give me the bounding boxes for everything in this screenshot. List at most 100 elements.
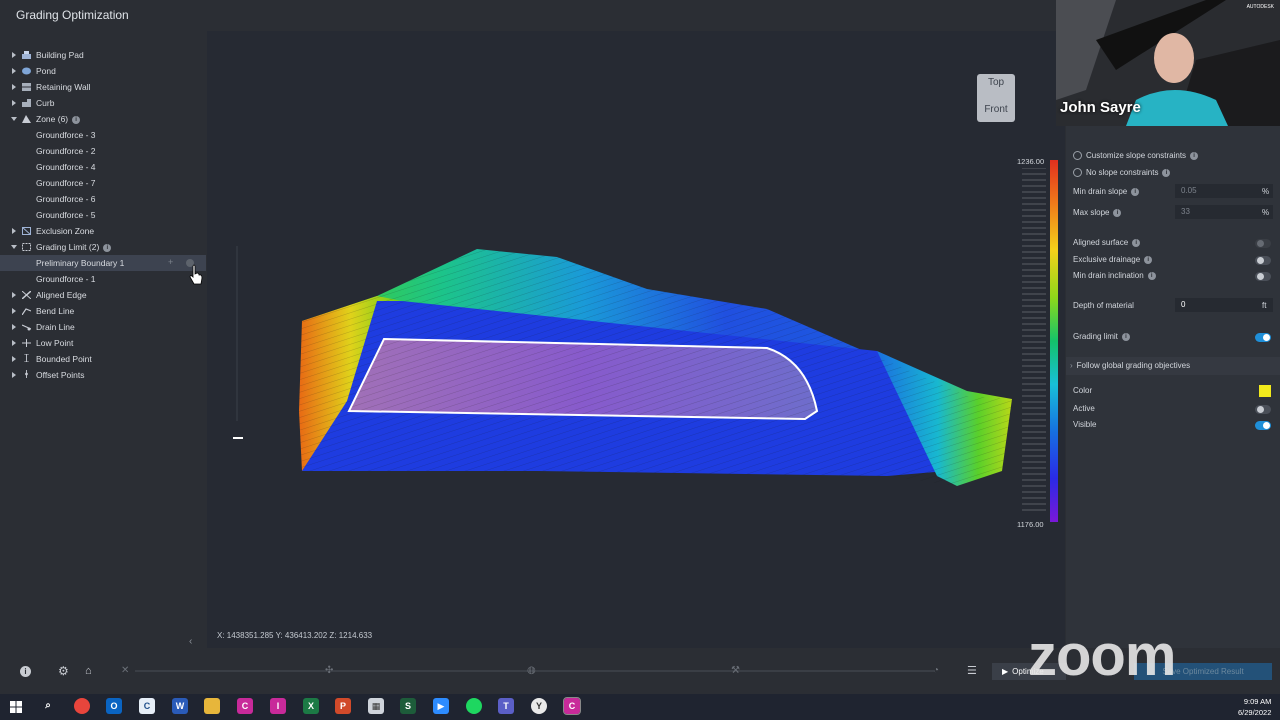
info-icon[interactable]: i bbox=[72, 115, 81, 124]
radio-button[interactable] bbox=[1073, 151, 1082, 161]
field-label: Grading limit bbox=[1073, 332, 1118, 341]
no-slope-option[interactable]: No slope constraints i bbox=[1073, 168, 1171, 178]
tree-item-label: Groundforce - 1 bbox=[36, 274, 96, 284]
tree-item-preliminary-boundary-1[interactable]: Preliminary Boundary 1 + bbox=[0, 255, 206, 271]
webcam-video: AUTODESK John Sayre bbox=[1056, 0, 1280, 126]
tree-item-bounded-point[interactable]: Bounded Point bbox=[0, 351, 206, 367]
info-icon[interactable]: i bbox=[20, 666, 31, 677]
collapse-icon[interactable] bbox=[11, 245, 17, 249]
globe-icon[interactable]: ◍ bbox=[527, 665, 536, 676]
curb-icon bbox=[22, 99, 31, 107]
customize-slope-option[interactable]: Customize slope constraints i bbox=[1073, 151, 1199, 161]
max-slope-input[interactable]: 33 bbox=[1175, 205, 1273, 219]
expand-icon[interactable] bbox=[12, 228, 16, 234]
info-icon[interactable]: i bbox=[1131, 187, 1140, 196]
expand-icon[interactable] bbox=[12, 68, 16, 74]
min-drain-slope-input[interactable]: 0.05 bbox=[1175, 184, 1273, 198]
zoom-app-icon[interactable]: ▶ bbox=[433, 698, 449, 714]
depth-of-material-input[interactable]: 0 bbox=[1175, 298, 1273, 312]
teams-icon[interactable]: T bbox=[498, 698, 514, 714]
info-icon[interactable]: i bbox=[1190, 151, 1199, 160]
tree-item-groundforce-2[interactable]: Groundforce - 2 bbox=[0, 143, 206, 159]
info-icon[interactable]: i bbox=[1132, 238, 1141, 247]
chevron-right-icon[interactable]: › bbox=[1070, 361, 1073, 370]
info-icon[interactable]: i bbox=[1121, 332, 1130, 341]
info-icon[interactable]: i bbox=[1147, 271, 1156, 280]
min-drain-inclination-toggle[interactable] bbox=[1255, 272, 1271, 281]
expand-icon[interactable] bbox=[12, 84, 16, 90]
word-icon[interactable]: W bbox=[172, 698, 188, 714]
calculator-icon[interactable]: ▦ bbox=[368, 698, 384, 714]
inventor-icon[interactable]: I bbox=[270, 698, 286, 714]
tree-item-building-pad[interactable]: Building Pad bbox=[0, 47, 206, 63]
app-c-icon[interactable]: C bbox=[139, 698, 155, 714]
radio-button[interactable] bbox=[1073, 168, 1082, 178]
expand-icon[interactable] bbox=[12, 308, 16, 314]
tree-item-groundforce-3[interactable]: Groundforce - 3 bbox=[0, 127, 206, 143]
expand-icon[interactable] bbox=[12, 340, 16, 346]
chrome-icon[interactable] bbox=[74, 698, 90, 714]
expand-icon[interactable] bbox=[12, 372, 16, 378]
tree-item-zone[interactable]: Zone (6) i bbox=[0, 111, 206, 127]
tree-item-groundforce-5[interactable]: Groundforce - 5 bbox=[0, 207, 206, 223]
view-cube[interactable]: Top Front bbox=[977, 74, 1015, 122]
windows-start-icon[interactable] bbox=[10, 701, 22, 713]
expand-icon[interactable] bbox=[12, 52, 16, 58]
search-icon[interactable]: ⌕ bbox=[40, 698, 56, 714]
tree-item-offset-points[interactable]: Offset Points bbox=[0, 367, 206, 383]
expand-icon[interactable] bbox=[12, 292, 16, 298]
color-swatch[interactable] bbox=[1259, 385, 1271, 397]
gauge-icon[interactable]: ◔ bbox=[933, 665, 939, 676]
info-icon[interactable]: i bbox=[1162, 168, 1171, 177]
step-icon[interactable]: ✣ bbox=[325, 665, 333, 676]
app-s-icon[interactable]: S bbox=[400, 698, 416, 714]
tree-item-pond[interactable]: Pond bbox=[0, 63, 206, 79]
follow-global-header[interactable]: › Follow global grading objectives bbox=[1070, 361, 1190, 370]
powerpoint-icon[interactable]: P bbox=[335, 698, 351, 714]
infraworks-icon[interactable]: C bbox=[237, 698, 253, 714]
tree-item-grading-limit[interactable]: Grading Limit (2) i bbox=[0, 239, 206, 255]
collapse-panel-icon[interactable]: ‹ bbox=[189, 636, 192, 647]
tree-item-retaining-wall[interactable]: Retaining Wall bbox=[0, 79, 206, 95]
settings-sliders-icon[interactable]: ☰ bbox=[967, 664, 977, 677]
tree-item-groundforce-4[interactable]: Groundforce - 4 bbox=[0, 159, 206, 175]
expand-icon[interactable] bbox=[12, 100, 16, 106]
view-cube-top[interactable]: Top bbox=[977, 77, 1015, 88]
tree-item-groundforce-6[interactable]: Groundforce - 6 bbox=[0, 191, 206, 207]
tree-item-aligned-edge[interactable]: Aligned Edge bbox=[0, 287, 206, 303]
expand-icon[interactable] bbox=[12, 356, 16, 362]
visible-toggle[interactable] bbox=[1255, 421, 1271, 430]
excel-icon[interactable]: X bbox=[303, 698, 319, 714]
wrench-icon[interactable]: ⚒ bbox=[731, 665, 740, 676]
tree-item-bend-line[interactable]: Bend Line bbox=[0, 303, 206, 319]
tree-item-low-point[interactable]: Low Point bbox=[0, 335, 206, 351]
exclusive-drainage-toggle[interactable] bbox=[1255, 256, 1271, 265]
tree-item-curb[interactable]: Curb bbox=[0, 95, 206, 111]
gear-icon[interactable]: ⚙ bbox=[58, 664, 69, 678]
tree-item-drain-line[interactable]: Drain Line bbox=[0, 319, 206, 335]
tree-item-groundforce-1[interactable]: Groundforce - 1 bbox=[0, 271, 206, 287]
add-icon[interactable]: + bbox=[168, 257, 173, 267]
info-icon[interactable]: i bbox=[103, 243, 112, 252]
grading-limit-toggle[interactable] bbox=[1255, 333, 1271, 342]
zoom-watermark-logo: zoom bbox=[1028, 623, 1176, 688]
spotify-icon[interactable] bbox=[466, 698, 482, 714]
file-explorer-icon[interactable] bbox=[204, 698, 220, 714]
tree-item-groundforce-7[interactable]: Groundforce - 7 bbox=[0, 175, 206, 191]
expand-icon[interactable] bbox=[12, 324, 16, 330]
active-toggle[interactable] bbox=[1255, 405, 1271, 414]
tree-item-exclusion-zone[interactable]: Exclusion Zone bbox=[0, 223, 206, 239]
collapse-icon[interactable] bbox=[11, 117, 17, 121]
view-cube-front[interactable]: Front bbox=[977, 104, 1015, 115]
outlook-icon[interactable]: O bbox=[106, 698, 122, 714]
home-icon[interactable]: ⌂ bbox=[85, 665, 92, 677]
aligned-surface-toggle[interactable] bbox=[1255, 239, 1271, 248]
pin-icon[interactable]: ✕ bbox=[121, 665, 129, 676]
info-icon[interactable]: i bbox=[1113, 208, 1122, 217]
info-icon[interactable]: i bbox=[1144, 255, 1153, 264]
terrain-surface[interactable] bbox=[207, 31, 1065, 648]
wall-icon bbox=[22, 83, 31, 91]
clock[interactable]: 9:09 AM 6/29/2022 bbox=[1238, 696, 1271, 718]
grading-optimization-task-icon[interactable]: C bbox=[563, 697, 581, 715]
app-y-icon[interactable]: Y bbox=[531, 698, 547, 714]
